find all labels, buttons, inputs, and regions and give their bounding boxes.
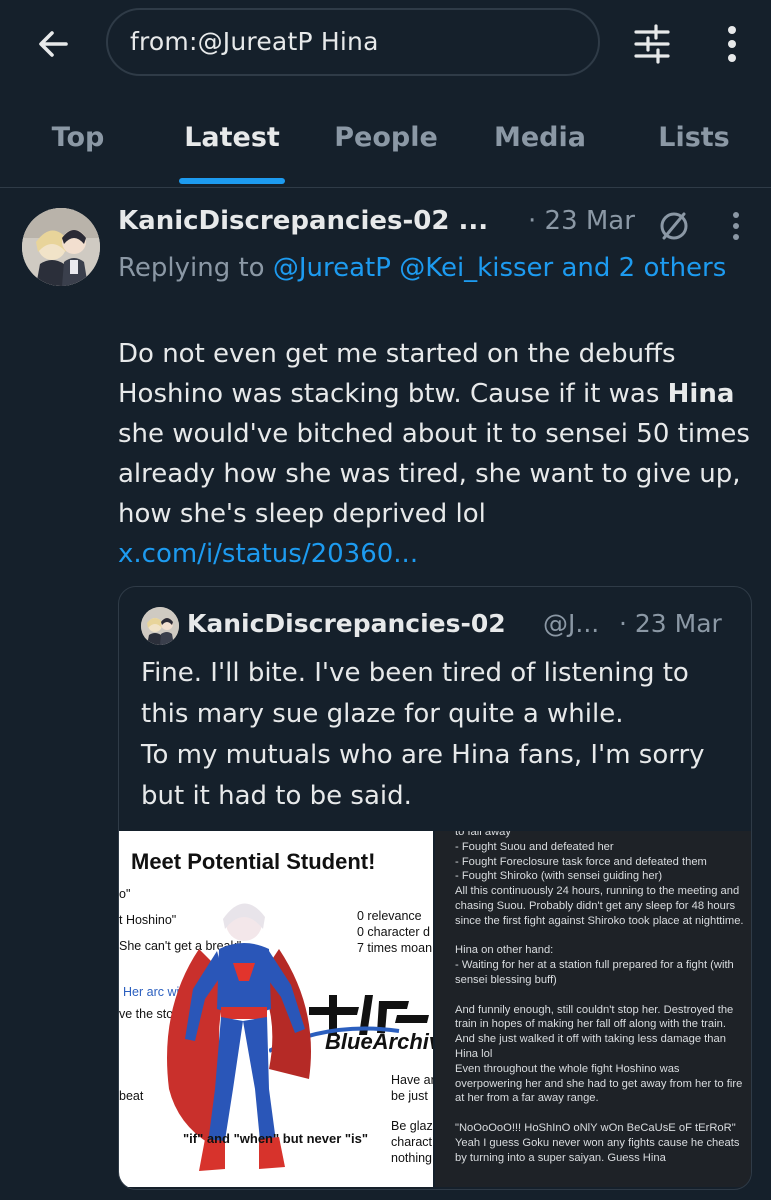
meme-text: 0 character d	[357, 925, 430, 939]
tweet-highlight-term: Hina	[667, 379, 735, 409]
tweet-text: Do not even get me started on the debuff…	[118, 334, 758, 574]
tab-top[interactable]: Top	[40, 122, 116, 153]
active-tab-indicator	[179, 178, 285, 184]
meme-text: Have ar	[391, 1073, 433, 1087]
tweet-author-name[interactable]: KanicDiscrepancies-02 ...	[118, 206, 488, 236]
replying-links[interactable]: @JureatP @Kei_kisser and 2 others	[273, 253, 726, 283]
quoted-tweet-card[interactable]: KanicDiscrepancies-02 @J... · 23 Mar Fin…	[118, 586, 752, 1190]
image-text-block: to fall away - Fought Suou and defeated …	[455, 831, 744, 1164]
meme-text: BlueArchive	[325, 1029, 433, 1054]
tweet-text-part1: Do not even get me started on the debuff…	[118, 339, 676, 409]
meme-text: beat	[119, 1089, 144, 1103]
search-query: from:@JureatP Hina	[130, 27, 379, 56]
meme-text: Be glaz	[391, 1119, 433, 1133]
meme-text: o"	[119, 887, 131, 901]
back-arrow-icon[interactable]	[32, 22, 76, 66]
meme-text: nothing	[391, 1151, 433, 1165]
meme-title: Meet Potential Student!	[131, 849, 376, 874]
search-input[interactable]: from:@JureatP Hina	[106, 8, 600, 76]
circle-slash-icon	[656, 208, 692, 244]
tweet-more-icon[interactable]	[722, 208, 750, 244]
meme-text: be just	[391, 1089, 428, 1103]
more-vertical-icon[interactable]	[716, 22, 748, 66]
quote-date: · 23 Mar	[619, 609, 722, 638]
replying-prefix: Replying to	[118, 253, 273, 283]
meme-caption: "if" and "when" but never "is"	[183, 1131, 369, 1146]
avatar[interactable]	[22, 208, 100, 286]
quote-text-line2: To my mutuals who are Hina fans, I'm sor…	[141, 740, 705, 811]
meme-text: 7 times moan	[357, 941, 433, 955]
meme-text: charact	[391, 1135, 432, 1149]
tab-latest[interactable]: Latest	[172, 122, 292, 153]
quote-text: Fine. I'll bite. I've been tired of list…	[141, 653, 741, 817]
search-tabs: Top Latest People Media Lists	[0, 100, 771, 188]
quote-handle: @J...	[543, 609, 600, 638]
tab-media[interactable]: Media	[490, 122, 590, 153]
filter-sliders-icon[interactable]	[628, 22, 676, 66]
meme-text: 0 relevance	[357, 909, 422, 923]
replying-to: Replying to @JureatP @Kei_kisser and 2 o…	[118, 248, 738, 288]
quote-author-name: KanicDiscrepancies-02	[187, 609, 506, 638]
tab-lists[interactable]: Lists	[652, 122, 736, 153]
top-bar: from:@JureatP Hina	[0, 0, 771, 92]
tweet-link[interactable]: x.com/i/status/20360...	[118, 539, 418, 569]
quote-image-right[interactable]: to fall away - Fought Suou and defeated …	[435, 831, 751, 1187]
tweet-date[interactable]: · 23 Mar	[528, 206, 635, 236]
tab-people[interactable]: People	[330, 122, 442, 153]
quote-avatar	[141, 607, 179, 645]
tweet-text-part2: she would've bitched about it to sensei …	[118, 419, 750, 529]
quote-text-line1: Fine. I'll bite. I've been tired of list…	[141, 658, 689, 729]
quote-image-left[interactable]: Meet Potential Student! o" t Hoshino" Sh…	[119, 831, 433, 1187]
